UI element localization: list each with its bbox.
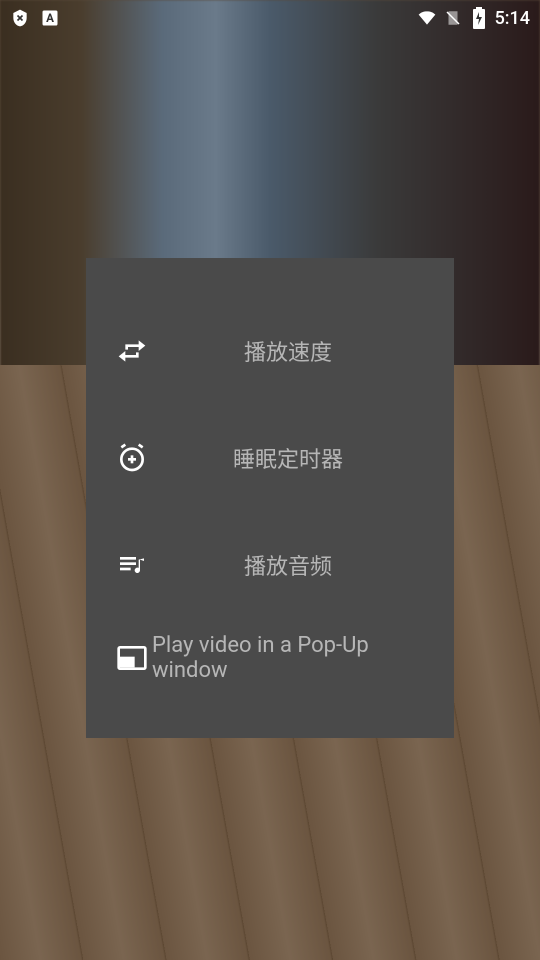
status-left: A xyxy=(10,8,60,28)
repeat-icon xyxy=(114,333,150,369)
popup-window-label: Play video in a Pop-Up window xyxy=(150,633,426,683)
app-badge-icon: A xyxy=(40,8,60,28)
battery-charging-icon xyxy=(469,8,489,28)
close-shield-icon xyxy=(10,8,30,28)
playback-menu: 播放速度 睡眠定时器 播放音频 xyxy=(86,258,454,738)
status-time: 5:14 xyxy=(495,8,530,29)
sleep-timer-label: 睡眠定时器 xyxy=(150,442,426,474)
playback-speed-item[interactable]: 播放速度 xyxy=(86,298,454,405)
svg-text:A: A xyxy=(46,11,54,25)
playlist-music-icon xyxy=(114,547,150,583)
status-right: 5:14 xyxy=(417,8,530,29)
status-bar: A 5:14 xyxy=(0,0,540,36)
play-audio-item[interactable]: 播放音频 xyxy=(86,512,454,619)
alarm-add-icon xyxy=(114,440,150,476)
picture-in-picture-icon xyxy=(114,640,150,676)
playback-speed-label: 播放速度 xyxy=(150,335,426,367)
play-audio-label: 播放音频 xyxy=(150,549,426,581)
no-sim-icon xyxy=(443,8,463,28)
popup-window-item[interactable]: Play video in a Pop-Up window xyxy=(86,619,454,698)
wifi-icon xyxy=(417,8,437,28)
sleep-timer-item[interactable]: 睡眠定时器 xyxy=(86,405,454,512)
